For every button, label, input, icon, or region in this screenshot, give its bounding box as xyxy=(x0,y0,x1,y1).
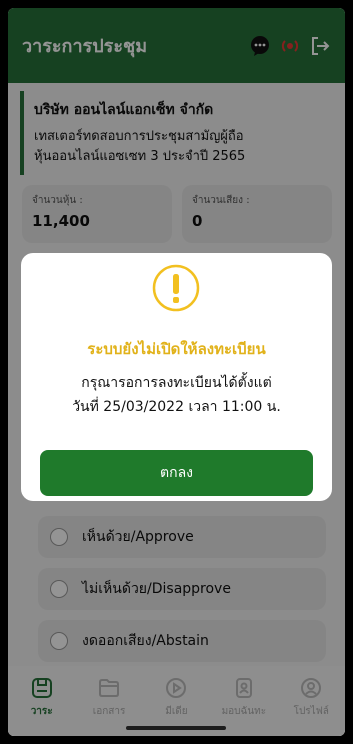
dialog-message: กรุณารอการลงทะเบียนได้ตั้งแต่ วันที่ 25/… xyxy=(21,371,332,419)
app-screen: วาระการประชุม บริษัท ออนไลน์แอกเซ็ท จำกั… xyxy=(8,8,345,736)
dialog-title: ระบบยังไม่เปิดให้ลงทะเบียน xyxy=(87,340,266,358)
warning-icon xyxy=(152,264,200,312)
ok-button[interactable]: ตกลง xyxy=(40,450,313,496)
dialog-message-line: กรุณารอการลงทะเบียนได้ตั้งแต่ xyxy=(81,375,272,391)
dialog-message-line: วันที่ 25/03/2022 เวลา 11:00 น. xyxy=(72,399,281,415)
alert-dialog: ระบบยังไม่เปิดให้ลงทะเบียน กรุณารอการลงท… xyxy=(21,253,332,501)
